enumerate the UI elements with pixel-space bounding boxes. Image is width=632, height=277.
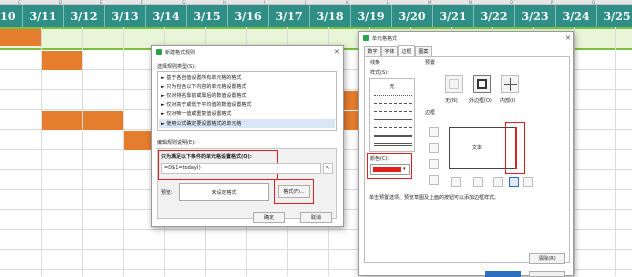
rule-type-list[interactable]: ► 基于各自值设置所有单元格的格式 ► 只为包含以下内容的单元格设置格式 ► 仅… [157,71,337,131]
dialog-titlebar: 单元格格式 [359,32,573,44]
cell-format-dialog: 单元格格式 ✕ 数字 字体 边框 图案 线条 样式(S): 无 颜色(C): ▾… [358,31,574,277]
preset-none-label: 无(N) [445,98,458,104]
border-bottom-button[interactable] [429,159,439,169]
ok-button[interactable] [485,271,521,277]
border-middle-button[interactable] [429,143,439,153]
date-header-cell[interactable]: 3/14 [146,5,187,27]
line-style-option[interactable] [374,119,412,120]
border-top-button[interactable] [429,127,439,137]
app-icon [363,35,369,41]
border-diagonal-up-button[interactable] [429,175,439,185]
line-style-option[interactable] [374,127,412,128]
date-header-cell[interactable]: 3/21 [433,5,474,27]
border-center-button[interactable] [493,177,503,187]
tab-font[interactable]: 字体 [381,46,398,56]
line-style-option[interactable] [374,95,412,96]
date-header-cell[interactable]: 3/18 [310,5,351,27]
date-header-cell[interactable]: 3/22 [474,5,515,27]
format-button[interactable]: 格式(F)... [278,185,310,198]
formula-label: 只为满足以下条件的单元格设置格式(O): [161,154,252,160]
line-style-none[interactable]: 无 [370,83,414,90]
list-item[interactable]: ► 只为包含以下内容的单元格设置格式 [161,83,246,90]
preset-outline-label: 外边框(O) [469,98,492,104]
tab-pattern[interactable]: 图案 [415,46,432,56]
preset-none-icon[interactable] [445,75,463,93]
formula-input[interactable]: =D$1=today() [161,163,321,174]
date-header-cell[interactable]: 3/20 [392,5,433,27]
border-diagonal-button[interactable] [523,177,533,187]
dialog-title: 新建格式规则 [165,49,196,56]
app-icon [156,49,162,55]
list-item[interactable]: ► 仅对高于或低于平均值的数值设置格式 [161,101,251,108]
border-label: 边框 [425,110,436,116]
line-style-option[interactable] [374,135,412,137]
preset-label: 预置 [425,60,436,66]
new-format-rule-dialog: 新建格式规则 ✕ 选择规则类型(S): ► 基于各自值设置所有单元格的格式 ► … [151,45,344,227]
line-section-label: 线条 [370,60,381,66]
border-diagonal-down-button[interactable] [451,177,461,187]
list-item-selected[interactable]: ► 使用公式确定要设置格式的单元格 [161,120,241,127]
line-style-option[interactable] [374,103,412,104]
line-style-list[interactable]: 无 [369,78,415,152]
dialog-title: 单元格格式 [372,35,398,42]
color-dropdown[interactable]: ▾ [370,164,410,175]
date-header-cell[interactable]: 3/10 [0,5,23,27]
tab-number[interactable]: 数字 [364,46,381,56]
list-item[interactable]: ► 仅对排名靠前或靠后的数值设置格式 [161,92,246,99]
date-header-row: 3/103/113/123/133/143/153/163/173/183/19… [0,5,632,27]
date-header-cell[interactable]: 3/15 [187,5,228,27]
date-header-cell[interactable]: 3/12 [64,5,105,27]
preset-inside-label: 内部(I) [500,98,516,104]
range-picker-icon[interactable]: ↖ [323,163,333,174]
gantt-bar [0,29,42,46]
gantt-bar [42,111,83,130]
list-item[interactable]: ► 基于各自值设置所有单元格的格式 [161,74,241,81]
select-type-label: 选择规则类型(S): [157,64,196,70]
ok-button[interactable]: 确定 [253,212,285,223]
border-left-button[interactable] [473,177,483,187]
date-header-cell[interactable]: 3/19 [351,5,392,27]
date-header-cell[interactable]: 3/23 [515,5,556,27]
date-header-cell[interactable]: 3/17 [269,5,310,27]
preview-label: 预览: [161,190,173,196]
preview-box: 未设定格式 [179,183,269,201]
close-icon[interactable]: ✕ [334,48,340,56]
date-header-cell[interactable]: 3/11 [23,5,64,27]
date-header-cell[interactable]: 3/24 [556,5,597,27]
edit-label: 编辑规则说明(E): [157,140,196,146]
date-header-cell[interactable]: 3/16 [228,5,269,27]
clear-button[interactable]: 清除(R) [529,253,565,264]
gantt-bar [42,51,83,70]
dialog-titlebar: 新建格式规则 [152,46,343,58]
gantt-bar [83,111,124,130]
date-header-cell[interactable]: 3/13 [105,5,146,27]
line-style-option[interactable] [374,111,412,112]
color-label: 颜色(C): [370,156,390,162]
tab-border[interactable]: 边框 [398,45,415,56]
border-hint: 单击预置选项、预览草图及上面的按钮可以添加边框样式。 [369,195,500,201]
preset-inside-icon[interactable] [501,75,519,93]
cancel-button[interactable]: 取消 [300,212,332,223]
border-right-button[interactable] [509,177,519,187]
chevron-down-icon: ▾ [403,166,406,172]
right-border-highlight [505,122,525,174]
color-swatch [373,167,401,172]
cancel-button[interactable] [529,271,565,277]
line-style-option[interactable] [374,143,412,146]
close-icon[interactable]: ✕ [565,34,571,42]
date-header-cell[interactable]: 3/25 [597,5,632,27]
list-item[interactable]: ► 仅对唯一值或重复值设置格式 [161,110,231,117]
highlight-border-top [0,27,632,29]
sample-text: 文本 [472,145,483,151]
preset-outline-icon[interactable] [473,75,491,93]
style-label: 样式(S): [370,70,389,76]
